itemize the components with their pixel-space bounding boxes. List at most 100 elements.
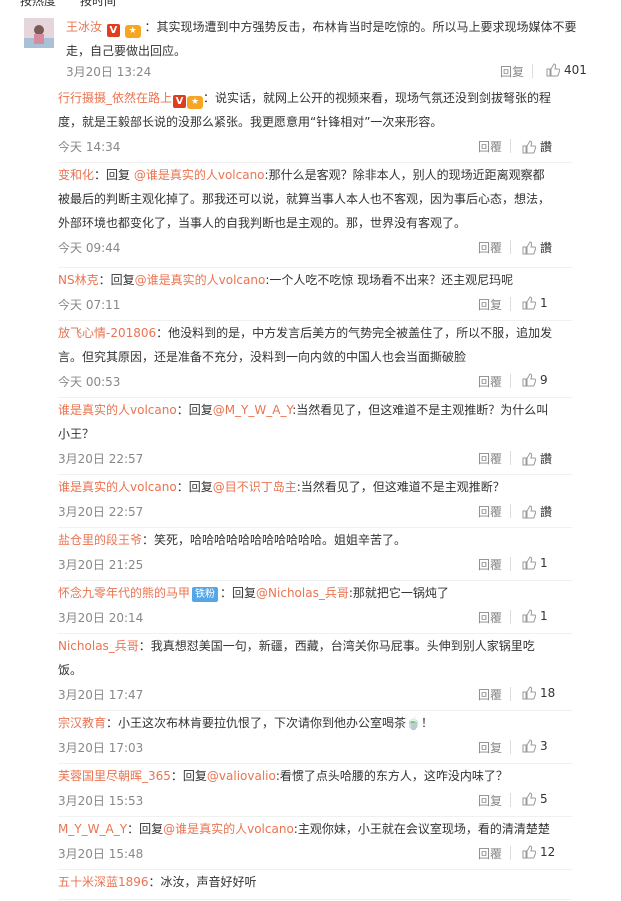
reply-button[interactable]: 回覆 bbox=[478, 503, 502, 520]
reply-author[interactable]: 放飞心情-201806 bbox=[58, 326, 156, 340]
like-button[interactable]: 讚 bbox=[522, 503, 552, 520]
reply-button[interactable]: 回复 bbox=[478, 296, 502, 313]
reply-item: 变和化：回复 @谁是真实的人volcano:那什么是客观？除非本人，别人的现场近… bbox=[58, 163, 572, 268]
like-button[interactable]: 讚 bbox=[522, 138, 552, 155]
timestamp: 3月20日 15:53 bbox=[58, 794, 144, 808]
reply-item: 盐仓里的段王爷：笑死，哈哈哈哈哈哈哈哈哈哈哈。姐姐辛苦了。 3月20日 21:25… bbox=[58, 528, 572, 581]
like-count: 18 bbox=[540, 686, 556, 700]
mention-link[interactable]: @M_Y_W_A_Y bbox=[213, 403, 293, 417]
reply-author[interactable]: 行行摄摄_依然在路上 bbox=[58, 91, 172, 105]
reply-text: 盐仓里的段王爷：笑死，哈哈哈哈哈哈哈哈哈哈哈。姐姐辛苦了。 bbox=[58, 528, 554, 552]
mention-link[interactable]: @valiovalio bbox=[207, 769, 276, 783]
like-button[interactable]: 9 bbox=[522, 373, 548, 387]
reply-text: Nicholas_兵哥：我真想怼美国一句，新疆，西藏，台湾关你马屁事。头伸到别人… bbox=[58, 634, 554, 682]
reply-body: :那就把它一锅炖了 bbox=[348, 586, 449, 600]
thumb-up-icon bbox=[522, 739, 537, 753]
reply-meta: 3月20日 15:53 回复 5 bbox=[58, 792, 558, 808]
reply-author[interactable]: Nicholas_兵哥 bbox=[58, 639, 139, 653]
divider bbox=[510, 504, 511, 518]
reply-author[interactable]: 变和化 bbox=[58, 168, 94, 182]
thumb-up-icon bbox=[522, 241, 537, 255]
thumb-up-icon bbox=[522, 505, 537, 519]
reply-meta: 3月20日 21:25 回覆 1 bbox=[58, 556, 558, 572]
reply-author[interactable]: 盐仓里的段王爷 bbox=[58, 533, 142, 547]
reply-button[interactable]: 回覆 bbox=[478, 373, 502, 390]
like-count: 讚 bbox=[540, 452, 553, 466]
like-count: 讚 bbox=[540, 505, 553, 519]
like-button[interactable]: 18 bbox=[522, 686, 555, 700]
like-button[interactable]: 讚 bbox=[522, 239, 552, 256]
like-button[interactable]: 1 bbox=[522, 296, 548, 310]
thumb-up-icon bbox=[546, 63, 561, 77]
tab-by-hot[interactable]: 按热度 bbox=[20, 0, 56, 8]
reply-item: 谁是真实的人volcano：回复@M_Y_W_A_Y:当然看见了，但这难道不是主… bbox=[58, 398, 572, 475]
reply-author[interactable]: 谁是真实的人volcano bbox=[58, 480, 177, 494]
timestamp: 3月20日 20:14 bbox=[58, 611, 144, 625]
mention-link[interactable]: @目不识丁岛主 bbox=[213, 480, 297, 494]
reply-button[interactable]: 回覆 bbox=[478, 845, 502, 862]
like-button[interactable]: 3 bbox=[522, 739, 548, 753]
thumb-up-icon bbox=[522, 452, 537, 466]
reply-author[interactable]: NS林克 bbox=[58, 273, 99, 287]
like-button[interactable]: 401 bbox=[546, 63, 587, 77]
thumb-up-icon bbox=[522, 792, 537, 806]
mention-link[interactable]: @谁是真实的人volcano bbox=[135, 273, 266, 287]
reply-meta: 3月20日 22:57 回覆 讚 bbox=[58, 450, 558, 466]
reply-button[interactable]: 回复 bbox=[500, 63, 524, 80]
divider bbox=[510, 240, 511, 254]
like-count: 讚 bbox=[540, 241, 553, 255]
tab-by-time[interactable]: 按时间 bbox=[80, 0, 116, 8]
reply-button[interactable]: 回覆 bbox=[478, 556, 502, 573]
reply-button[interactable]: 回复 bbox=[478, 739, 502, 756]
divider bbox=[510, 610, 511, 624]
reply-item: M_Y_W_A_Y：回复@谁是真实的人volcano:主观你妹，小王就在会议室现… bbox=[58, 817, 572, 870]
mention-link[interactable]: @谁是真实的人volcano bbox=[163, 822, 294, 836]
comment-thread: 王冰汝 V ★ ：其实现场遭到中方强势反击，布林肯当时是吃惊的。所以马上要求现场… bbox=[18, 8, 608, 86]
reply-meta: 3月20日 20:14 回覆 1 bbox=[58, 609, 558, 625]
reply-body: :一个人吃不吃惊 现场看不出来？还主观尼玛呢 bbox=[265, 273, 514, 287]
main-comment-text: 王冰汝 V ★ ：其实现场遭到中方强势反击，布林肯当时是吃惊的。所以马上要求现场… bbox=[66, 15, 586, 63]
like-count: 401 bbox=[564, 63, 587, 77]
reply-text: M_Y_W_A_Y：回复@谁是真实的人volcano:主观你妹，小王就在会议室现… bbox=[58, 817, 554, 841]
reply-author[interactable]: 五十米深蓝1896 bbox=[58, 875, 149, 889]
reply-author[interactable]: 宗汉教育 bbox=[58, 716, 106, 730]
reply-button[interactable]: 回覆 bbox=[478, 686, 502, 703]
main-comment-meta: 3月20日 13:24 回复 401 bbox=[66, 63, 590, 79]
reply-prefix: ：回复 bbox=[127, 822, 164, 836]
reply-item: 五十米深蓝1896：冰汝，声音好好听 bbox=[58, 870, 572, 900]
reply-item: 放飞心情-201806：他没料到的是，中方发言后美方的气势完全被盖住了，所以不服… bbox=[58, 321, 572, 398]
reply-button[interactable]: 回复 bbox=[478, 792, 502, 809]
like-button[interactable]: 讚 bbox=[522, 450, 552, 467]
reply-body: ：小王这次布林肯要拉仇恨了，下次请你到他办公室喝茶🍵！ bbox=[106, 716, 433, 730]
like-button[interactable]: 1 bbox=[522, 609, 548, 623]
vip-badge-icon: V bbox=[173, 95, 187, 108]
reply-author[interactable]: 怀念九零年代的熊的马甲 bbox=[58, 586, 190, 600]
reply-text: 放飞心情-201806：他没料到的是，中方发言后美方的气势完全被盖住了，所以不服… bbox=[58, 321, 554, 369]
divider bbox=[510, 139, 511, 153]
reply-author[interactable]: 谁是真实的人volcano bbox=[58, 403, 177, 417]
avatar[interactable] bbox=[24, 18, 54, 48]
mention-link[interactable]: @谁是真实的人volcano bbox=[134, 168, 265, 182]
reply-text: 芙蓉国里尽朝晖_365：回复@valiovalio:看惯了点头哈腰的东方人，这咋… bbox=[58, 764, 554, 788]
like-button[interactable]: 12 bbox=[522, 845, 555, 859]
comment-body: ：其实现场遭到中方强势反击，布林肯当时是吃惊的。所以马上要求现场媒体不要走，自己… bbox=[66, 20, 577, 58]
thumb-up-icon bbox=[522, 140, 537, 154]
thumb-up-icon bbox=[522, 609, 537, 623]
author-name[interactable]: 王冰汝 bbox=[66, 20, 102, 34]
reply-author[interactable]: 芙蓉国里尽朝晖_365 bbox=[58, 769, 171, 783]
reply-button[interactable]: 回覆 bbox=[478, 239, 502, 256]
reply-body: ：冰汝，声音好好听 bbox=[148, 875, 257, 889]
reply-author[interactable]: M_Y_W_A_Y bbox=[58, 822, 127, 836]
reply-button[interactable]: 回覆 bbox=[478, 138, 502, 155]
like-button[interactable]: 5 bbox=[522, 792, 548, 806]
reply-text: 怀念九零年代的熊的马甲 铁粉 ：回复@Nicholas_兵哥:那就把它一锅炖了 bbox=[58, 581, 554, 605]
like-button[interactable]: 1 bbox=[522, 556, 548, 570]
like-count: 12 bbox=[540, 845, 556, 859]
mention-link[interactable]: @Nicholas_兵哥 bbox=[256, 586, 349, 600]
reply-button[interactable]: 回覆 bbox=[478, 609, 502, 626]
like-count: 1 bbox=[540, 296, 548, 310]
thumb-up-icon bbox=[522, 686, 537, 700]
reply-button[interactable]: 回覆 bbox=[478, 450, 502, 467]
timestamp: 3月20日 17:47 bbox=[58, 688, 144, 702]
reply-body: ：笑死，哈哈哈哈哈哈哈哈哈哈哈。姐姐辛苦了。 bbox=[142, 533, 407, 547]
